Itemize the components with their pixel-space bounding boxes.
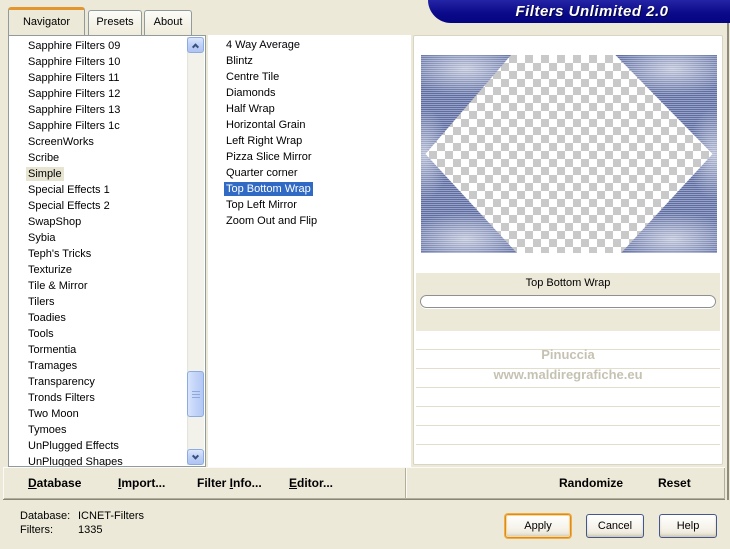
toolbar-separator [405, 468, 407, 498]
category-item[interactable]: Tronds Filters [26, 390, 187, 406]
category-item[interactable]: Sapphire Filters 09 [26, 38, 187, 54]
filter-item[interactable]: Half Wrap [224, 101, 411, 117]
filter-item[interactable]: Zoom Out and Flip [224, 213, 411, 229]
watermark-line-1: Pinuccia [541, 347, 595, 362]
database-status-value: ICNET-Filters [78, 510, 144, 522]
chevron-down-icon [191, 452, 200, 460]
database-status-label: Database: [20, 510, 71, 522]
category-item[interactable]: Teph's Tricks [26, 246, 187, 262]
filter-item[interactable]: 4 Way Average [224, 37, 411, 53]
category-item[interactable]: Transparency [26, 374, 187, 390]
parameter-row [416, 426, 720, 445]
watermark-line-2: www.maldiregrafiche.eu [493, 367, 643, 382]
dialog-right-border [727, 23, 729, 549]
category-item[interactable]: UnPlugged Effects [26, 438, 187, 454]
tab-navigator[interactable]: Navigator [8, 7, 85, 35]
filter-item[interactable]: Pizza Slice Mirror [224, 149, 411, 165]
tab-presets[interactable]: Presets [88, 10, 142, 35]
filter-item[interactable]: Left Right Wrap [224, 133, 411, 149]
category-item[interactable]: Tramages [26, 358, 187, 374]
parameter-rows: Pinuccia www.maldiregrafiche.eu [416, 331, 720, 463]
import-button[interactable]: Import... [118, 467, 165, 499]
scroll-thumb[interactable] [187, 371, 204, 417]
category-item[interactable]: Tilers [26, 294, 187, 310]
grip-icon [191, 390, 200, 398]
category-item[interactable]: Sapphire Filters 11 [26, 70, 187, 86]
category-list: Sapphire Filters 09 Sapphire Filters 10 Sa… [9, 36, 187, 466]
preview-image [421, 55, 717, 253]
filter-info-button[interactable]: Filter Info... [197, 467, 262, 499]
filter-item[interactable]: Blintz [224, 53, 411, 69]
database-button[interactable]: Database [28, 467, 81, 499]
preview-panel: Top Bottom Wrap Pinuccia www.maldiregraf… [413, 35, 723, 465]
scroll-up-button[interactable] [187, 37, 204, 53]
category-item[interactable]: Tools [26, 326, 187, 342]
filters-unlimited-dialog: Filters Unlimited 2.0 Navigator Presets … [0, 0, 730, 549]
checkerboard-diamond [425, 55, 713, 253]
filters-count-label: Filters: [20, 524, 53, 536]
category-item[interactable]: SwapShop [26, 214, 187, 230]
filters-count-value: 1335 [78, 524, 103, 536]
filter-list: 4 Way Average Blintz Centre Tile Diamonds Ha… [208, 35, 411, 467]
apply-button[interactable]: Apply [505, 514, 571, 538]
preview-slider[interactable] [420, 295, 716, 308]
category-item[interactable]: Sapphire Filters 13 [26, 102, 187, 118]
preview-caption-zone: Top Bottom Wrap [416, 273, 720, 331]
reset-button[interactable]: Reset [658, 467, 691, 499]
filter-item[interactable]: Quarter corner [224, 165, 411, 181]
category-item[interactable]: Tormentia [26, 342, 187, 358]
preview-caption: Top Bottom Wrap [525, 277, 611, 289]
filter-item[interactable]: Centre Tile [224, 69, 411, 85]
randomize-button[interactable]: Randomize [559, 467, 623, 499]
parameter-row [416, 388, 720, 407]
scroll-down-button[interactable] [187, 449, 204, 465]
filter-item[interactable]: Horizontal Grain [224, 117, 411, 133]
chevron-up-icon [191, 42, 200, 50]
title-banner: Filters Unlimited 2.0 [428, 0, 730, 23]
category-item[interactable]: ScreenWorks [26, 134, 187, 150]
app-title: Filters Unlimited 2.0 [515, 3, 669, 20]
category-item[interactable]: Texturize [26, 262, 187, 278]
category-item[interactable]: Sapphire Filters 1c [26, 118, 187, 134]
filter-item[interactable]: Top Bottom Wrap [224, 181, 411, 197]
category-item[interactable]: Sapphire Filters 12 [26, 86, 187, 102]
category-item[interactable]: Toadies [26, 310, 187, 326]
filter-list-panel: 4 Way Average Blintz Centre Tile Diamonds Ha… [208, 35, 411, 467]
category-item[interactable]: Special Effects 1 [26, 182, 187, 198]
category-item[interactable]: Tile & Mirror [26, 278, 187, 294]
watermark: Pinuccia www.maldiregrafiche.eu [416, 345, 720, 385]
category-item[interactable]: Scribe [26, 150, 187, 166]
help-button[interactable]: Help [659, 514, 717, 538]
category-item[interactable]: Special Effects 2 [26, 198, 187, 214]
category-item[interactable]: Tymoes [26, 422, 187, 438]
parameter-row [416, 445, 720, 463]
status-bar: Database: ICNET-Filters Filters: 1335 Ap… [0, 500, 730, 549]
category-scrollbar[interactable] [187, 37, 204, 465]
parameter-row [416, 407, 720, 426]
filter-item[interactable]: Diamonds [224, 85, 411, 101]
category-item[interactable]: Two Moon [26, 406, 187, 422]
category-list-panel: Sapphire Filters 09 Sapphire Filters 10 Sa… [8, 35, 206, 467]
category-item[interactable]: Simple [26, 166, 187, 182]
category-item[interactable]: UnPlugged Shapes [26, 454, 187, 466]
editor-button[interactable]: Editor... [289, 467, 333, 499]
filter-item[interactable]: Top Left Mirror [224, 197, 411, 213]
cancel-button[interactable]: Cancel [586, 514, 644, 538]
category-item[interactable]: Sybia [26, 230, 187, 246]
category-item[interactable]: Sapphire Filters 10 [26, 54, 187, 70]
tab-about[interactable]: About [144, 10, 192, 35]
toolbar: Database Import... Filter Info... Editor… [3, 467, 725, 500]
